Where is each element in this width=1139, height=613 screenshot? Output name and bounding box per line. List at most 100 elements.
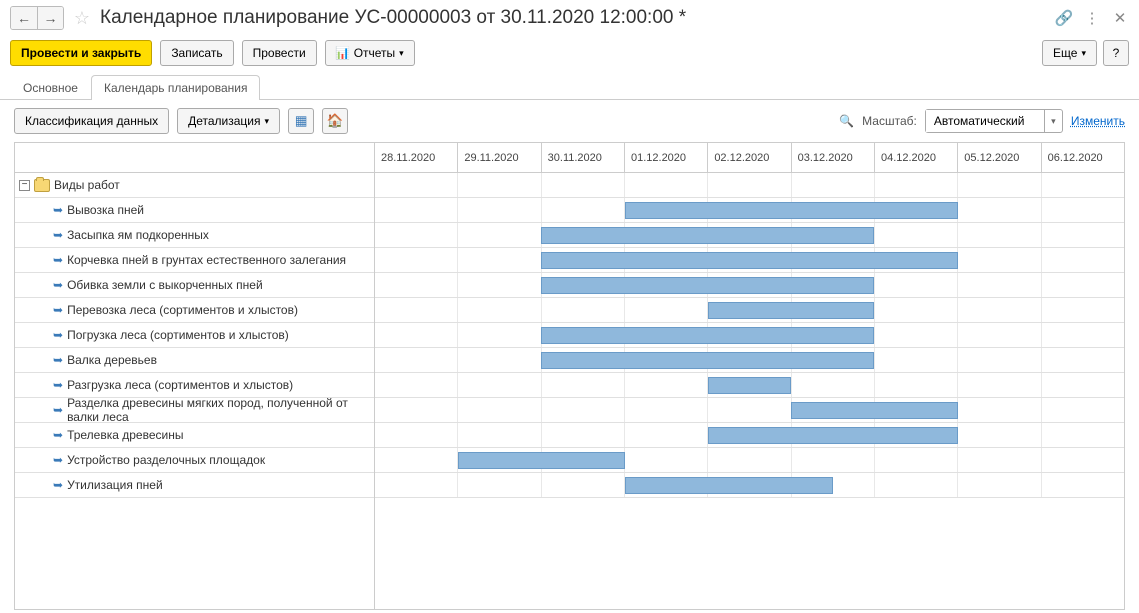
post-and-close-button[interactable]: Провести и закрыть [10, 40, 152, 66]
detail-label: Детализация [188, 114, 260, 128]
task-label: Разгрузка леса (сортиментов и хлыстов) [67, 378, 293, 392]
task-label: Трелевка древесины [67, 428, 183, 442]
gantt-row [375, 248, 1124, 273]
chevron-down-icon: ▾ [399, 48, 404, 59]
gantt-bar[interactable] [625, 477, 833, 494]
task-label: Корчевка пней в грунтах естественного за… [67, 253, 346, 267]
gantt-bar[interactable] [541, 227, 874, 244]
task-label: Вывозка пней [67, 203, 144, 217]
gantt-bar[interactable] [541, 352, 874, 369]
tree-task-row[interactable]: ➥Погрузка леса (сортиментов и хлыстов) [15, 323, 374, 348]
date-column-header: 30.11.2020 [542, 143, 625, 172]
home-button[interactable]: 🏠 [322, 108, 348, 134]
tree-task-row[interactable]: ➥Валка деревьев [15, 348, 374, 373]
kebab-menu-icon[interactable]: ⋮ [1083, 9, 1101, 27]
tree-task-row[interactable]: ➥ Трелевка древесины [15, 423, 374, 448]
gantt-row [375, 398, 1124, 423]
detail-button[interactable]: Детализация ▾ [177, 108, 280, 134]
home-icon: 🏠 [327, 113, 344, 129]
task-icon: ➥ [53, 303, 63, 317]
folder-icon [34, 179, 50, 192]
gantt-row [375, 173, 1124, 198]
gantt-bar[interactable] [708, 302, 874, 319]
collapse-toggle[interactable]: − [19, 180, 30, 191]
gantt-row [375, 373, 1124, 398]
tree-task-row[interactable]: ➥ Устройство разделочных площадок [15, 448, 374, 473]
tree-task-row[interactable]: ➥ Перевозка леса (сортиментов и хлыстов) [15, 298, 374, 323]
gantt-bar[interactable] [541, 277, 874, 294]
gantt-row [375, 298, 1124, 323]
task-icon: ➥ [53, 403, 63, 417]
gantt-bar[interactable] [625, 202, 958, 219]
scale-select-input[interactable] [926, 110, 1044, 132]
tree-task-row[interactable]: ➥ Утилизация пней [15, 473, 374, 498]
tree-task-row[interactable]: ➥ Корчевка пней в грунтах естественного з… [15, 248, 374, 273]
gantt-row [375, 423, 1124, 448]
report-icon: 📊 [336, 46, 350, 60]
date-column-header: 03.12.2020 [792, 143, 875, 172]
tree-root-row[interactable]: − Виды работ [15, 173, 374, 198]
task-icon: ➥ [53, 203, 63, 217]
task-label: Обивка земли с выкорченных пней [67, 278, 263, 292]
post-button[interactable]: Провести [242, 40, 317, 66]
nav-back-button[interactable]: ← [11, 7, 37, 29]
gantt-row [375, 448, 1124, 473]
task-label: Разделка древесины мягких пород, получен… [67, 396, 374, 424]
task-icon: ➥ [53, 453, 63, 467]
chevron-down-icon: ▾ [265, 116, 270, 127]
date-column-header: 04.12.2020 [875, 143, 958, 172]
task-icon: ➥ [53, 378, 63, 392]
task-icon: ➥ [53, 353, 63, 367]
date-column-header: 29.11.2020 [458, 143, 541, 172]
date-column-header: 02.12.2020 [708, 143, 791, 172]
tree-task-row[interactable]: ➥ Вывозка пней [15, 198, 374, 223]
tree-task-row[interactable]: ➥ Разгрузка леса (сортиментов и хлыстов) [15, 373, 374, 398]
more-button[interactable]: Еще ▾ [1042, 40, 1097, 66]
save-button[interactable]: Записать [160, 40, 233, 66]
favorite-star-icon[interactable]: ☆ [72, 8, 92, 28]
close-icon[interactable]: ✕ [1111, 9, 1129, 27]
task-icon: ➥ [53, 228, 63, 242]
view-mode-button[interactable]: ▦ [288, 108, 314, 134]
task-label: Перевозка леса (сортиментов и хлыстов) [67, 303, 298, 317]
gantt-bar[interactable] [541, 252, 957, 269]
gantt-bar[interactable] [458, 452, 624, 469]
task-label: Устройство разделочных площадок [67, 453, 265, 467]
page-title: Календарное планирование УС-00000003 от … [100, 7, 1047, 29]
date-column-header: 05.12.2020 [958, 143, 1041, 172]
chevron-down-icon: ▾ [1081, 48, 1086, 59]
reports-label: Отчеты [354, 46, 395, 60]
tree-task-row[interactable]: ➥ Разделка древесины мягких пород, получе… [15, 398, 374, 423]
date-column-header: 28.11.2020 [375, 143, 458, 172]
search-icon[interactable]: 🔍 [839, 114, 854, 128]
gantt-bar[interactable] [708, 427, 958, 444]
nav-forward-button[interactable]: → [37, 7, 63, 29]
gantt-bar[interactable] [791, 402, 957, 419]
tree-header [15, 143, 374, 173]
task-label: Утилизация пней [67, 478, 163, 492]
gantt-bar[interactable] [541, 327, 874, 344]
tab-main[interactable]: Основное [10, 75, 91, 100]
task-icon: ➥ [53, 253, 63, 267]
help-button[interactable]: ? [1103, 40, 1129, 66]
scale-dropdown-button[interactable]: ▾ [1044, 110, 1062, 132]
link-icon[interactable]: 🔗 [1055, 9, 1073, 27]
task-icon: ➥ [53, 428, 63, 442]
root-label: Виды работ [54, 178, 120, 192]
date-column-header: 06.12.2020 [1042, 143, 1124, 172]
gantt-bar[interactable] [708, 377, 791, 394]
task-icon: ➥ [53, 478, 63, 492]
gantt-row [375, 323, 1124, 348]
change-link[interactable]: Изменить [1071, 114, 1125, 128]
reports-button[interactable]: 📊 Отчеты ▾ [325, 40, 415, 66]
tab-calendar[interactable]: Календарь планирования [91, 75, 261, 100]
gantt-row [375, 223, 1124, 248]
gantt-row [375, 348, 1124, 373]
gantt-row [375, 473, 1124, 498]
more-label: Еще [1053, 46, 1077, 60]
tree-task-row[interactable]: ➥ Засыпка ям подкоренных [15, 223, 374, 248]
scale-label: Масштаб: [862, 114, 917, 128]
classification-button[interactable]: Классификация данных [14, 108, 169, 134]
tree-task-row[interactable]: ➥Обивка земли с выкорченных пней [15, 273, 374, 298]
task-label: Засыпка ям подкоренных [67, 228, 209, 242]
